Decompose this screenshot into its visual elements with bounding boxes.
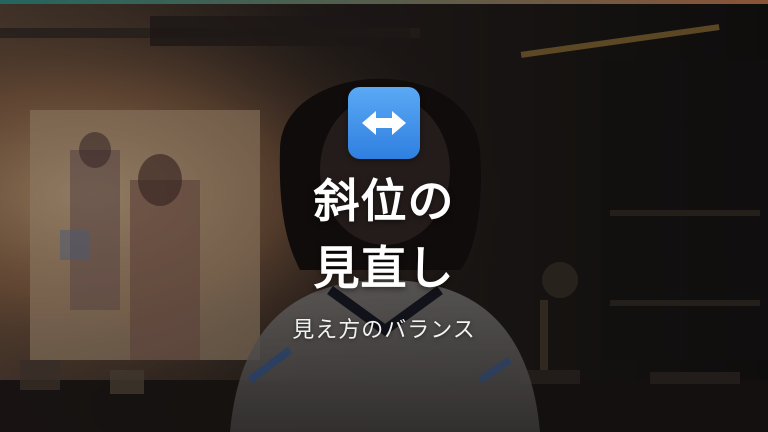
- title-line-2: 見直し: [313, 241, 455, 295]
- title-block: 斜位の 見直し 見え方のバランス: [0, 0, 768, 432]
- title-line-1: 斜位の: [313, 174, 455, 228]
- thumbnail-card: 斜位の 見直し 見え方のバランス: [0, 0, 768, 432]
- left-right-arrow-icon: [348, 87, 420, 159]
- subtitle: 見え方のバランス: [292, 318, 476, 343]
